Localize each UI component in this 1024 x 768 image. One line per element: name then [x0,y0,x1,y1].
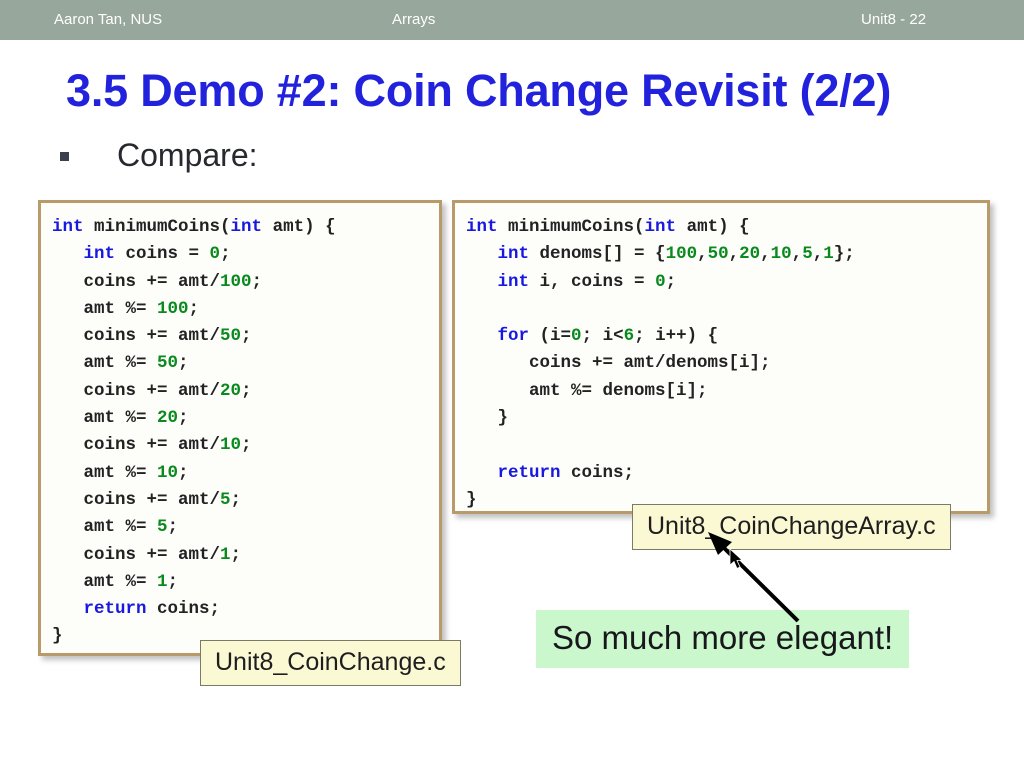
file-label-coinchangearray: Unit8_CoinChangeArray.c [632,504,951,550]
mouse-pointer-icon [729,548,743,570]
header-topic: Arrays [392,11,436,28]
square-bullet-icon [60,152,69,161]
page-title: 3.5 Demo #2: Coin Change Revisit (2/2) [66,65,892,116]
code-text-left: int minimumCoins(int amt) { int coins = … [52,217,336,647]
bullet-label: Compare: [117,137,258,173]
bullet-row: Compare: [60,136,258,174]
file-label-coinchange: Unit8_CoinChange.c [200,640,461,686]
code-block-left: int minimumCoins(int amt) { int coins = … [38,200,442,656]
emphasis-callout: So much more elegant! [536,610,910,668]
code-block-right: int minimumCoins(int amt) { int denoms[]… [452,200,990,514]
slide-header-band: Aaron Tan, NUS Arrays Unit8 - 22 [0,0,1024,40]
header-author: Aaron Tan, NUS [54,11,163,28]
code-text-right: int minimumCoins(int amt) { int denoms[]… [466,217,855,510]
header-page-number: Unit8 - 22 [861,11,927,28]
